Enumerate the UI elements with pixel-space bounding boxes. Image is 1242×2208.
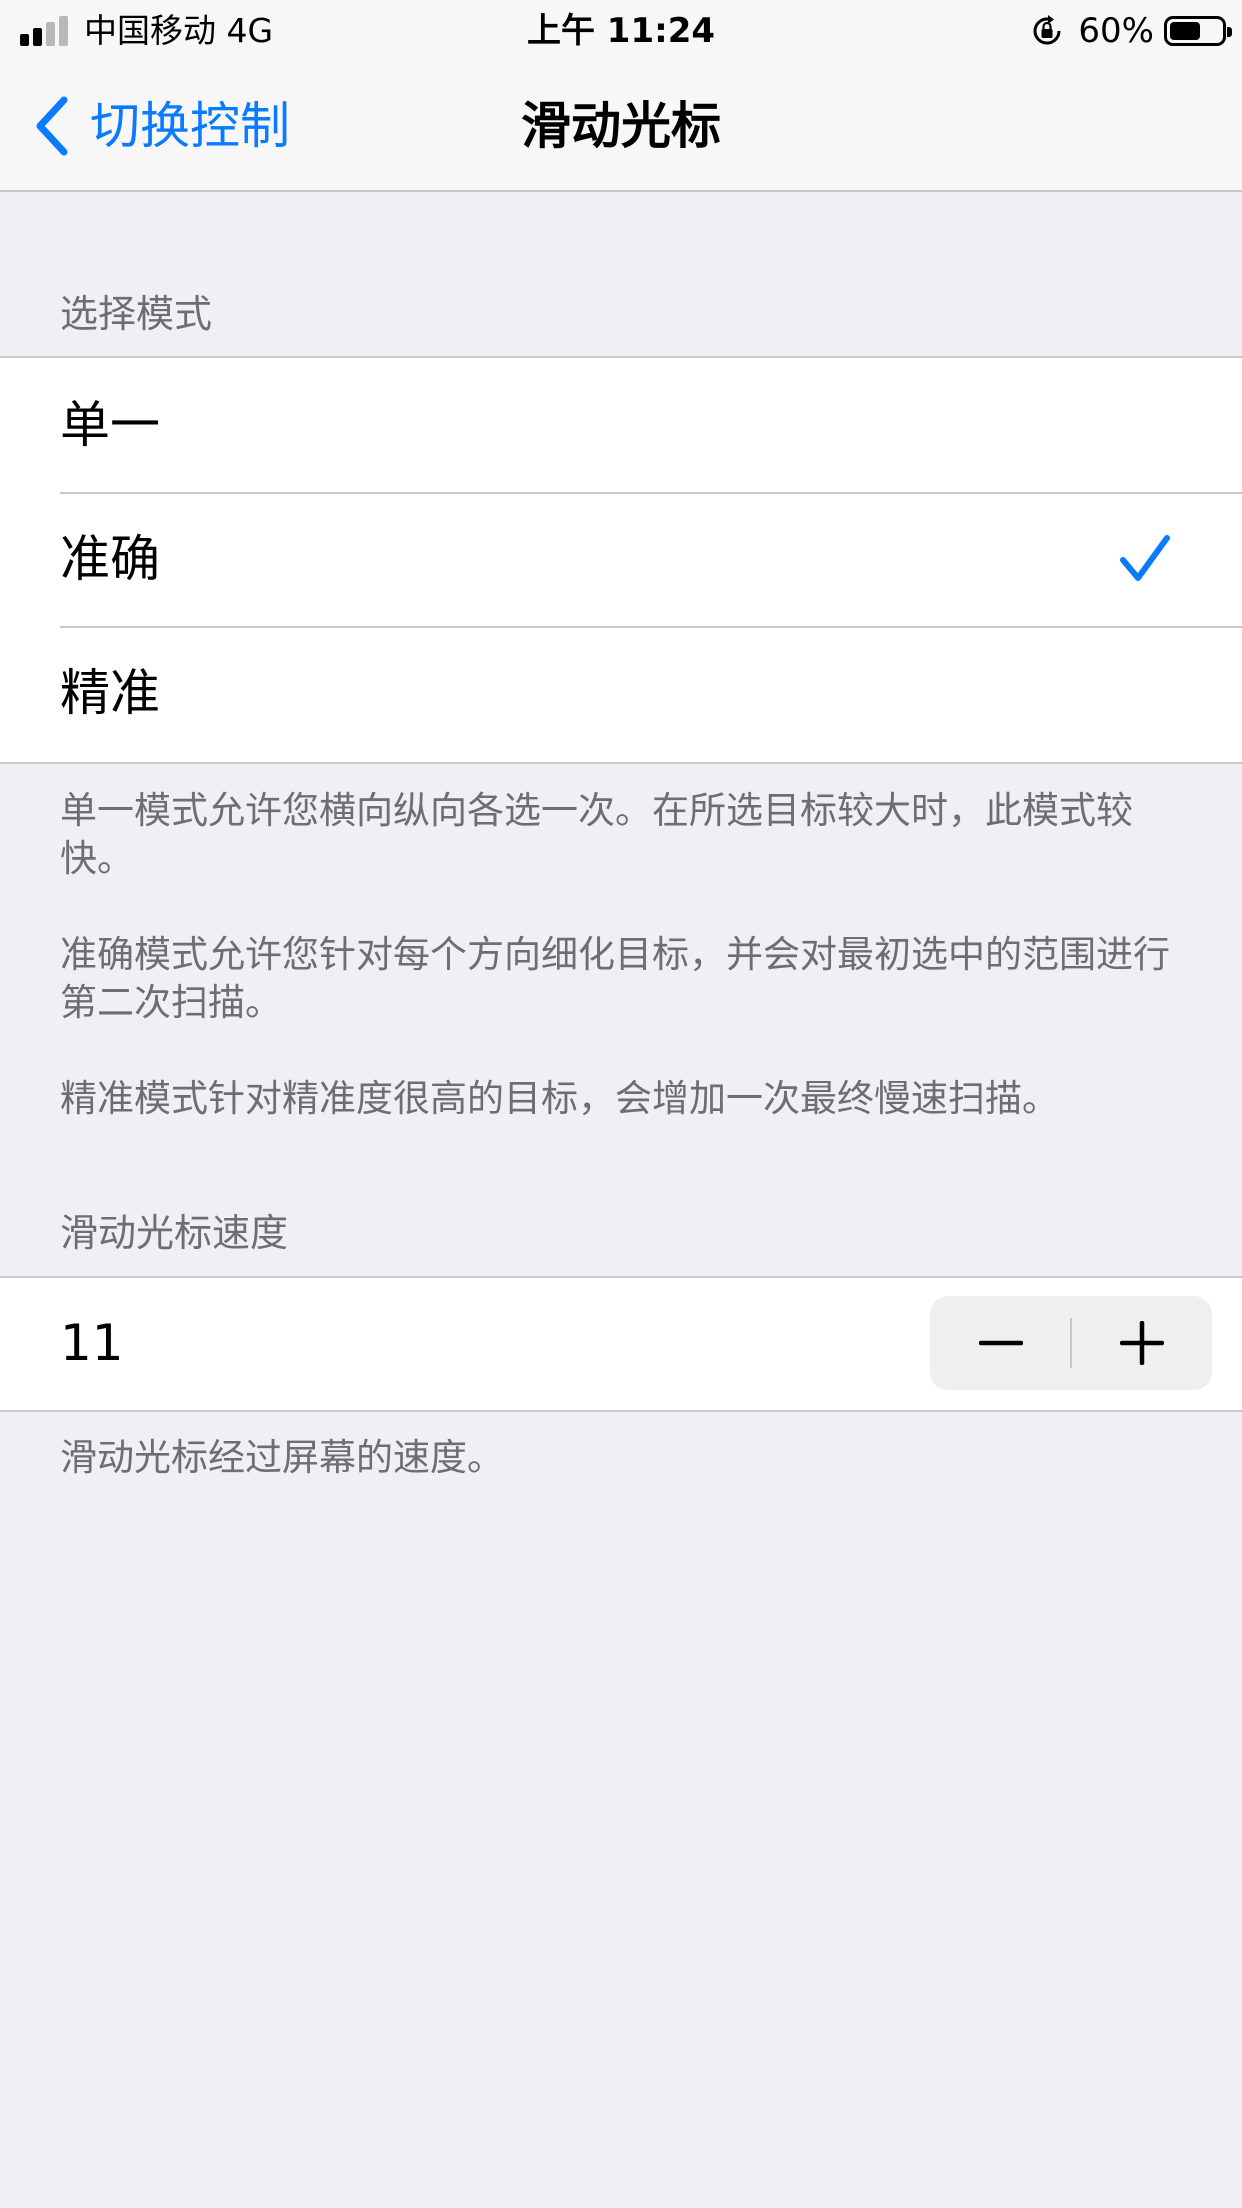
speed-stepper — [930, 1296, 1212, 1390]
decrement-button[interactable] — [930, 1296, 1071, 1390]
increment-button[interactable] — [1071, 1296, 1212, 1390]
mode-description-accurate: 准确模式允许您针对每个方向细化目标，并会对最初选中的范围进行第二次扫描。 — [60, 933, 1170, 1024]
battery-icon — [1164, 16, 1232, 46]
selection-mode-list: 单一 准确 精准 — [0, 356, 1242, 764]
mode-option-label: 精准 — [60, 664, 160, 722]
speed-stepper-row: 11 — [0, 1276, 1242, 1412]
navigation-bar: 切换控制 滑动光标 — [0, 62, 1242, 192]
section-header-selection-mode: 选择模式 — [60, 292, 213, 336]
status-right: 60% — [1030, 10, 1232, 52]
orientation-lock-icon — [1033, 15, 1061, 45]
mode-option-accurate[interactable]: 准确 — [0, 492, 1242, 626]
mode-option-single[interactable]: 单一 — [0, 358, 1242, 492]
section-header-speed: 滑动光标速度 — [60, 1211, 289, 1255]
plus-icon — [1119, 1321, 1164, 1365]
settings-screen: 中国移动 4G 上午 11:24 60% 切换控制 滑动光标 选择模式 单一 准… — [0, 0, 1242, 2208]
mode-description-precise: 精准模式针对精准度很高的目标，会增加一次最终慢速扫描。 — [60, 1077, 1059, 1120]
status-bar: 中国移动 4G 上午 11:24 60% — [0, 0, 1242, 62]
mode-option-precise[interactable]: 精准 — [0, 626, 1242, 760]
checkmark-icon — [1120, 535, 1170, 581]
mode-description-single: 单一模式允许您横向纵向各选一次。在所选目标较大时，此模式较快。 — [60, 789, 1133, 880]
speed-description: 滑动光标经过屏幕的速度。 — [60, 1436, 504, 1479]
speed-value: 11 — [60, 1314, 124, 1372]
minus-icon — [978, 1340, 1023, 1346]
mode-option-label: 准确 — [60, 530, 160, 588]
mode-option-label: 单一 — [60, 396, 160, 454]
battery-percent: 60% — [1078, 11, 1154, 51]
page-title: 滑动光标 — [521, 97, 721, 155]
